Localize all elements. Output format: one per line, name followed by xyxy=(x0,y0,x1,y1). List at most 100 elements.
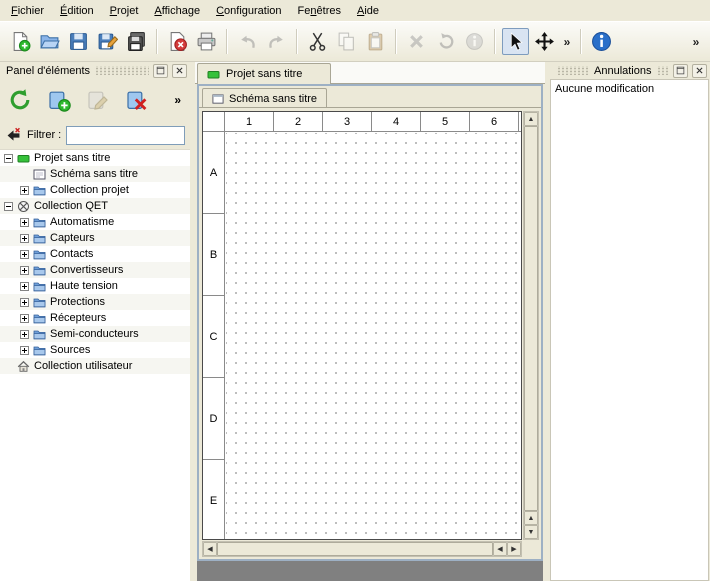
tree-item-label: Collection utilisateur xyxy=(34,360,132,372)
save-all-button[interactable] xyxy=(123,28,150,55)
main-toolbar: »» xyxy=(0,21,710,62)
menu-affichage[interactable]: Affichage xyxy=(146,0,208,21)
dock-grip[interactable] xyxy=(94,66,149,75)
tree-item[interactable]: Semi-conducteurs xyxy=(0,326,190,342)
expand-icon[interactable] xyxy=(20,282,29,291)
toolbar-separator xyxy=(296,29,298,54)
scroll-up-button-2[interactable]: ▲ xyxy=(524,511,538,525)
menu-fichier[interactable]: Fichier xyxy=(3,0,52,21)
expand-icon[interactable] xyxy=(20,266,29,275)
schema-grid[interactable] xyxy=(226,133,521,539)
vertical-scrollbar[interactable]: ▲ ▲ ▼ xyxy=(523,111,539,540)
menu-configuration[interactable]: Configuration xyxy=(208,0,289,21)
menu-aide[interactable]: Aide xyxy=(349,0,387,21)
expand-icon[interactable] xyxy=(20,234,29,243)
scroll-left-button[interactable]: ◀ xyxy=(203,542,217,556)
expand-icon[interactable] xyxy=(20,330,29,339)
vertical-scroll-track[interactable] xyxy=(524,126,538,511)
delete-element-icon xyxy=(125,88,149,112)
menu-fenetres[interactable]: Fenêtres xyxy=(290,0,349,21)
expand-icon[interactable] xyxy=(20,186,29,195)
select-mode-button[interactable] xyxy=(502,28,529,55)
tree-item-label: Collection projet xyxy=(50,184,129,196)
close-file-button[interactable] xyxy=(164,28,191,55)
tree-item[interactable]: Collection utilisateur xyxy=(0,358,190,374)
close-icon xyxy=(175,66,184,75)
close-undo-button[interactable] xyxy=(692,64,707,78)
copy-icon xyxy=(336,31,357,52)
project-tab-label: Projet sans titre xyxy=(226,68,302,80)
close-panel-button[interactable] xyxy=(172,64,187,78)
print-button[interactable] xyxy=(193,28,220,55)
scroll-right-button[interactable]: ▶ xyxy=(507,542,521,556)
filter-input[interactable] xyxy=(66,126,185,145)
scroll-down-button[interactable]: ▼ xyxy=(524,525,538,539)
redo-button xyxy=(263,28,290,55)
dock-grip[interactable] xyxy=(556,66,590,75)
tree-item-label: Schéma sans titre xyxy=(50,168,138,180)
reload-collections-button[interactable] xyxy=(5,85,35,115)
expand-icon[interactable] xyxy=(20,298,29,307)
ruler-column-label: 1 xyxy=(225,112,274,131)
project-window: Schéma sans titre 123456 ABCDE ▲ ▲ ▼ xyxy=(197,84,543,561)
tree-item[interactable]: Schéma sans titre xyxy=(0,166,190,182)
tree-item[interactable]: Haute tension xyxy=(0,278,190,294)
tree-item-label: Convertisseurs xyxy=(50,264,123,276)
tree-item[interactable]: Convertisseurs xyxy=(0,262,190,278)
tree-item[interactable]: Sources xyxy=(0,342,190,358)
tab-project[interactable]: Projet sans titre xyxy=(197,63,331,84)
delete-element-button[interactable] xyxy=(122,85,152,115)
scroll-up-button[interactable]: ▲ xyxy=(524,112,538,126)
scroll-left-button-2[interactable]: ◀ xyxy=(493,542,507,556)
tree-item[interactable]: Collection projet xyxy=(0,182,190,198)
undo-history-list[interactable]: Aucune modification xyxy=(550,79,709,581)
save-button[interactable] xyxy=(65,28,92,55)
dock-grip[interactable] xyxy=(656,66,670,75)
expand-icon[interactable] xyxy=(20,250,29,259)
open-button[interactable] xyxy=(36,28,63,55)
float-panel-button[interactable] xyxy=(153,64,168,78)
save-as-icon xyxy=(97,31,118,52)
folder-icon xyxy=(33,264,46,277)
cut-button[interactable] xyxy=(304,28,331,55)
menu-bar: FichierÉditionProjetAffichageConfigurati… xyxy=(0,0,710,21)
tree-item[interactable]: Récepteurs xyxy=(0,310,190,326)
filter-label: Filtrer : xyxy=(27,129,61,141)
schema-canvas[interactable]: 123456 ABCDE xyxy=(202,111,522,540)
tree-item-label: Récepteurs xyxy=(50,312,106,324)
menu-edition[interactable]: Édition xyxy=(52,0,102,21)
ruler-row-label: E xyxy=(203,460,224,540)
collapse-icon[interactable] xyxy=(4,154,13,163)
elements-toolbar-overflow[interactable]: » xyxy=(174,93,185,107)
horizontal-scroll-thumb[interactable] xyxy=(217,542,493,556)
expand-icon[interactable] xyxy=(20,314,29,323)
new-project-button[interactable] xyxy=(7,28,34,55)
tree-item[interactable]: Collection QET xyxy=(0,198,190,214)
view-toolbar-overflow[interactable]: » xyxy=(560,28,574,55)
clear-filter-icon[interactable] xyxy=(5,127,22,144)
tree-item[interactable]: Protections xyxy=(0,294,190,310)
tree-item[interactable]: Contacts xyxy=(0,246,190,262)
collapse-icon[interactable] xyxy=(4,202,13,211)
save-as-button[interactable] xyxy=(94,28,121,55)
paste-icon xyxy=(365,31,386,52)
tree-item[interactable]: Projet sans titre xyxy=(0,150,190,166)
refresh-green-icon xyxy=(8,88,32,112)
tree-item[interactable]: Capteurs xyxy=(0,230,190,246)
menu-projet[interactable]: Projet xyxy=(102,0,147,21)
tab-schema[interactable]: Schéma sans titre xyxy=(202,88,327,108)
tree-item[interactable]: Automatisme xyxy=(0,214,190,230)
expand-icon[interactable] xyxy=(20,346,29,355)
float-undo-button[interactable] xyxy=(673,64,688,78)
expand-icon[interactable] xyxy=(20,218,29,227)
main-toolbar-overflow[interactable]: » xyxy=(689,28,703,55)
pan-mode-button[interactable] xyxy=(531,28,558,55)
about-button[interactable] xyxy=(588,28,615,55)
new-element-button[interactable] xyxy=(44,85,74,115)
horizontal-scroll-track[interactable] xyxy=(217,542,493,556)
delete-icon xyxy=(406,31,427,52)
tree-item-label: Semi-conducteurs xyxy=(50,328,139,340)
vertical-scroll-thumb[interactable] xyxy=(524,126,538,511)
folder-icon xyxy=(33,280,46,293)
horizontal-scrollbar[interactable]: ◀ ◀ ▶ xyxy=(202,541,522,557)
